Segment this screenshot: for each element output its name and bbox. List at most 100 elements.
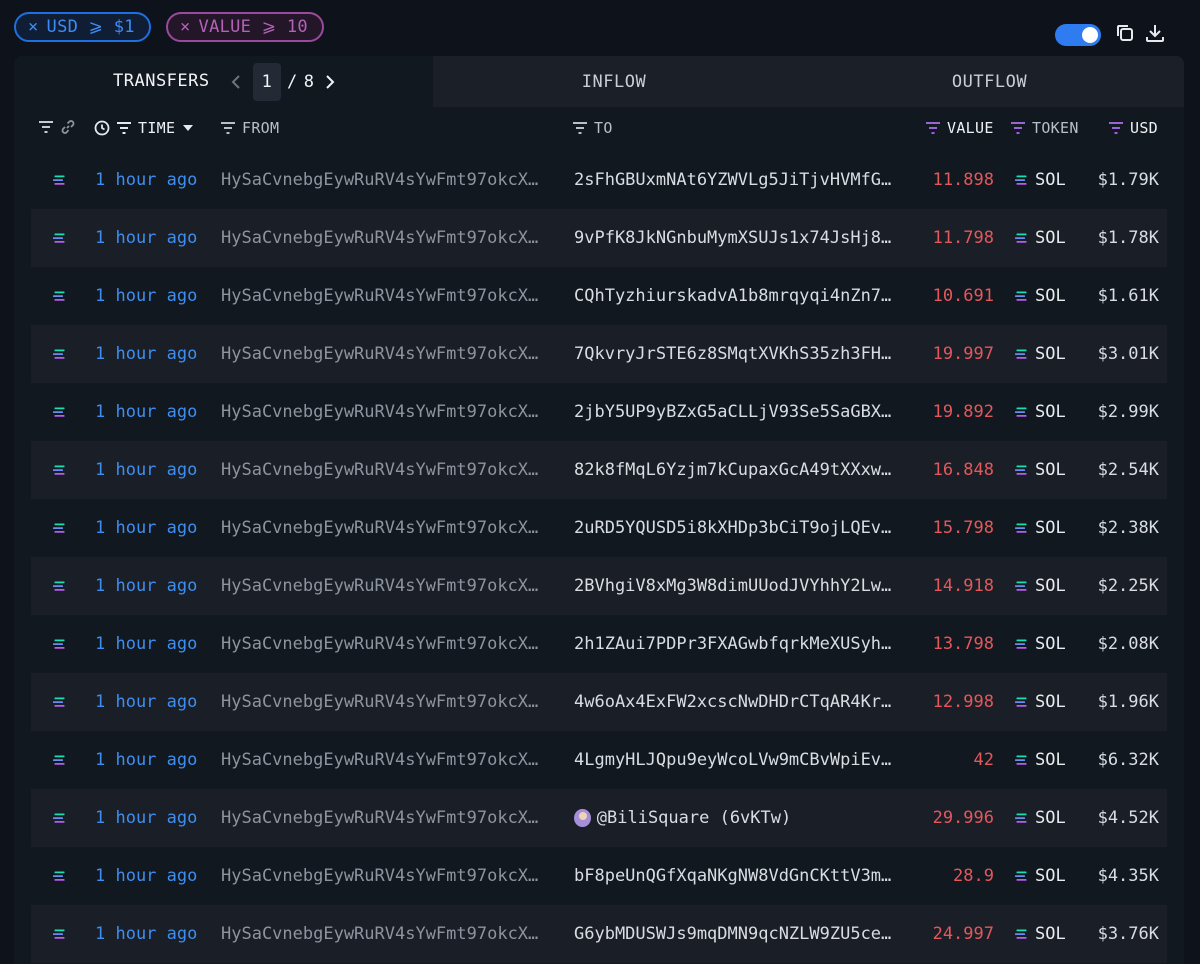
time-link[interactable]: 1 hour ago <box>95 267 197 325</box>
time-link[interactable]: 1 hour ago <box>95 499 197 557</box>
token-symbol[interactable]: SOL <box>1035 905 1066 963</box>
link-filter-header[interactable] <box>38 119 82 135</box>
from-address[interactable]: HySaCvnebgEywRuRV4sYwFmt97okcX… <box>221 789 551 847</box>
time-link[interactable]: 1 hour ago <box>95 673 197 731</box>
token-symbol[interactable]: SOL <box>1035 267 1066 325</box>
to-address[interactable]: G6ybMDUSWJs9mqDMN9qcNZLW9ZU5ce… <box>574 905 904 963</box>
to-address[interactable]: bF8peUnQGfXqaNKgNW8VdGnCKttV3m… <box>574 847 904 905</box>
time-link[interactable]: 1 hour ago <box>95 731 197 789</box>
from-address[interactable]: HySaCvnebgEywRuRV4sYwFmt97okcX… <box>221 151 551 209</box>
to-address[interactable]: 2uRD5YQUSD5i8kXHDp3bCiT9ojLQEv… <box>574 499 904 557</box>
from-address[interactable]: HySaCvnebgEywRuRV4sYwFmt97okcX… <box>221 325 551 383</box>
time-link[interactable]: 1 hour ago <box>95 441 197 499</box>
table-row[interactable]: 1 hour ago HySaCvnebgEywRuRV4sYwFmt97okcX… <box>31 731 1167 789</box>
to-address[interactable]: 2sFhGBUxmNAt6YZWVLg5JiTjvHVMfG… <box>574 151 904 209</box>
from-address[interactable]: HySaCvnebgEywRuRV4sYwFmt97okcX… <box>221 615 551 673</box>
table-row[interactable]: 1 hour ago HySaCvnebgEywRuRV4sYwFmt97okcX… <box>31 383 1167 441</box>
tab-inflow[interactable]: INFLOW <box>433 56 795 107</box>
token-symbol[interactable]: SOL <box>1035 557 1066 615</box>
tab-outflow[interactable]: OUTFLOW <box>795 56 1184 107</box>
token-symbol[interactable]: SOL <box>1035 731 1066 789</box>
value-column-header[interactable]: VALUE <box>925 119 994 137</box>
chevron-left-icon[interactable] <box>227 72 247 92</box>
to-entity[interactable]: @BiliSquare (6vKTw) <box>574 789 904 847</box>
filter-icon[interactable] <box>925 121 941 135</box>
chain-cell <box>53 615 67 673</box>
time-link[interactable]: 1 hour ago <box>95 383 197 441</box>
filter-icon[interactable] <box>116 121 132 135</box>
table-row[interactable]: 1 hour ago HySaCvnebgEywRuRV4sYwFmt97okcX… <box>31 557 1167 615</box>
from-address[interactable]: HySaCvnebgEywRuRV4sYwFmt97okcX… <box>221 557 551 615</box>
table-row[interactable]: 1 hour ago HySaCvnebgEywRuRV4sYwFmt97okcX… <box>31 325 1167 383</box>
time-link[interactable]: 1 hour ago <box>95 209 197 267</box>
view-toggle[interactable] <box>1055 24 1101 46</box>
token-symbol[interactable]: SOL <box>1035 499 1066 557</box>
filter-icon[interactable] <box>38 120 54 134</box>
time-link[interactable]: 1 hour ago <box>95 789 197 847</box>
current-page[interactable]: 1 <box>253 63 281 101</box>
table-row[interactable]: 1 hour ago HySaCvnebgEywRuRV4sYwFmt97okcX… <box>31 673 1167 731</box>
sort-desc-icon[interactable] <box>183 124 194 132</box>
token-symbol[interactable]: SOL <box>1035 615 1066 673</box>
to-address[interactable]: CQhTyzhiurskadvA1b8mrqyqi4nZn7… <box>574 267 904 325</box>
table-row[interactable]: 1 hour ago HySaCvnebgEywRuRV4sYwFmt97okcX… <box>31 499 1167 557</box>
table-row[interactable]: 1 hour ago HySaCvnebgEywRuRV4sYwFmt97okcX… <box>31 789 1167 847</box>
token-symbol[interactable]: SOL <box>1035 673 1066 731</box>
table-row[interactable]: 1 hour ago HySaCvnebgEywRuRV4sYwFmt97okcX… <box>31 267 1167 325</box>
token-column-header[interactable]: TOKEN <box>1010 119 1079 137</box>
filter-icon[interactable] <box>1108 121 1124 135</box>
from-address[interactable]: HySaCvnebgEywRuRV4sYwFmt97okcX… <box>221 209 551 267</box>
usd-column-header[interactable]: USD <box>1108 119 1158 137</box>
time-link[interactable]: 1 hour ago <box>95 325 197 383</box>
time-link[interactable]: 1 hour ago <box>95 847 197 905</box>
remove-filter-icon[interactable]: × <box>180 17 191 37</box>
table-row[interactable]: 1 hour ago HySaCvnebgEywRuRV4sYwFmt97okcX… <box>31 441 1167 499</box>
token-symbol[interactable]: SOL <box>1035 325 1066 383</box>
from-column-header[interactable]: FROM <box>220 119 279 137</box>
to-address[interactable]: 2jbY5UP9yBZxG5aCLLjV93Se5SaGBX… <box>574 383 904 441</box>
filter-icon[interactable] <box>572 121 588 135</box>
time-link[interactable]: 1 hour ago <box>95 557 197 615</box>
from-address[interactable]: HySaCvnebgEywRuRV4sYwFmt97okcX… <box>221 905 551 963</box>
copy-icon[interactable] <box>1114 22 1136 44</box>
to-address[interactable]: 82k8fMqL6Yzjm7kCupaxGcA49tXXxw… <box>574 441 904 499</box>
to-address[interactable]: 4w6oAx4ExFW2xcscNwDHDrCTqAR4Kr… <box>574 673 904 731</box>
from-address[interactable]: HySaCvnebgEywRuRV4sYwFmt97okcX… <box>221 267 551 325</box>
value-filter-chip[interactable]: × VALUE ⩾ 10 <box>166 12 324 42</box>
time-link[interactable]: 1 hour ago <box>95 615 197 673</box>
token-symbol[interactable]: SOL <box>1035 847 1066 905</box>
tab-transfers[interactable]: TRANSFERS 1 / 8 <box>14 56 433 107</box>
to-address-text: 82k8fMqL6Yzjm7kCupaxGcA49tXXxw… <box>574 460 892 480</box>
table-row[interactable]: 1 hour ago HySaCvnebgEywRuRV4sYwFmt97okcX… <box>31 151 1167 209</box>
from-address[interactable]: HySaCvnebgEywRuRV4sYwFmt97okcX… <box>221 673 551 731</box>
token-symbol[interactable]: SOL <box>1035 789 1066 847</box>
from-address[interactable]: HySaCvnebgEywRuRV4sYwFmt97okcX… <box>221 731 551 789</box>
time-link[interactable]: 1 hour ago <box>95 905 197 963</box>
table-row[interactable]: 1 hour ago HySaCvnebgEywRuRV4sYwFmt97okcX… <box>31 905 1167 963</box>
from-address[interactable]: HySaCvnebgEywRuRV4sYwFmt97okcX… <box>221 441 551 499</box>
to-column-header[interactable]: TO <box>572 119 613 137</box>
to-address[interactable]: 4LgmyHLJQpu9eyWcoLVw9mCBvWpiEv… <box>574 731 904 789</box>
from-address[interactable]: HySaCvnebgEywRuRV4sYwFmt97okcX… <box>221 499 551 557</box>
filter-icon[interactable] <box>220 121 236 135</box>
token-symbol[interactable]: SOL <box>1035 151 1066 209</box>
to-address[interactable]: 7QkvryJrSTE6z8SMqtXVKhS35zh3FH… <box>574 325 904 383</box>
from-address[interactable]: HySaCvnebgEywRuRV4sYwFmt97okcX… <box>221 847 551 905</box>
table-row[interactable]: 1 hour ago HySaCvnebgEywRuRV4sYwFmt97okcX… <box>31 209 1167 267</box>
time-link[interactable]: 1 hour ago <box>95 151 197 209</box>
filter-icon[interactable] <box>1010 121 1026 135</box>
usd-filter-chip[interactable]: × USD ⩾ $1 <box>14 12 151 42</box>
remove-filter-icon[interactable]: × <box>28 17 39 37</box>
table-row[interactable]: 1 hour ago HySaCvnebgEywRuRV4sYwFmt97okcX… <box>31 847 1167 905</box>
token-symbol[interactable]: SOL <box>1035 441 1066 499</box>
from-address[interactable]: HySaCvnebgEywRuRV4sYwFmt97okcX… <box>221 383 551 441</box>
table-row[interactable]: 1 hour ago HySaCvnebgEywRuRV4sYwFmt97okcX… <box>31 615 1167 673</box>
chevron-right-icon[interactable] <box>319 72 339 92</box>
to-address[interactable]: 2h1ZAui7PDPr3FXAGwbfqrkMeXUSyh… <box>574 615 904 673</box>
token-symbol[interactable]: SOL <box>1035 209 1066 267</box>
token-symbol[interactable]: SOL <box>1035 383 1066 441</box>
time-column-header[interactable]: TIME <box>94 119 194 137</box>
download-icon[interactable] <box>1144 22 1166 44</box>
to-address[interactable]: 9vPfK8JkNGnbuMymXSUJs1x74JsHj8… <box>574 209 904 267</box>
to-address[interactable]: 2BVhgiV8xMg3W8dimUUodJVYhhY2Lw… <box>574 557 904 615</box>
